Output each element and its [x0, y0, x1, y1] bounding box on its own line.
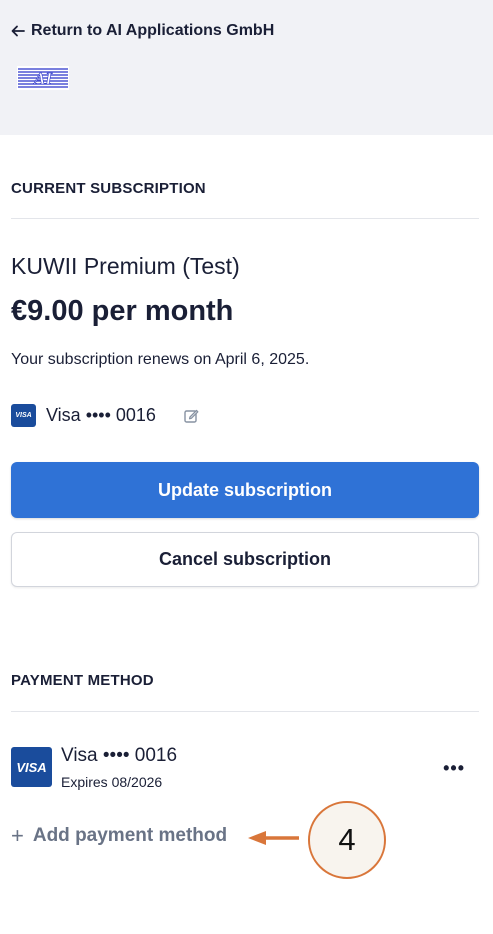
subscription-payment-card: VISA Visa •••• 0016 [11, 404, 199, 427]
header-bar: Return to AI Applications GmbH AI [0, 0, 493, 135]
visa-icon: VISA [11, 404, 36, 427]
return-link[interactable]: Return to AI Applications GmbH [11, 22, 274, 40]
company-logo[interactable]: AI [17, 64, 69, 92]
payment-method-heading: PAYMENT METHOD [11, 672, 154, 689]
add-payment-method-label: Add payment method [32, 825, 228, 846]
add-payment-method-button[interactable]: + Add payment method [11, 825, 227, 847]
visa-icon: VISA [11, 747, 52, 787]
subscription-card-label: Visa •••• 0016 [46, 405, 156, 425]
divider [11, 711, 479, 712]
plan-price: €9.00 per month [11, 295, 234, 327]
annotation-arrow-icon [248, 831, 299, 845]
logo-text: AI [33, 69, 53, 88]
edit-icon[interactable] [183, 408, 199, 424]
renewal-text: Your subscription renews on April 6, 202… [11, 351, 310, 368]
step-number-badge: 4 [308, 801, 386, 879]
current-subscription-heading: CURRENT SUBSCRIPTION [11, 180, 206, 197]
return-link-label: Return to AI Applications GmbH [31, 22, 275, 39]
payment-card-label: Visa •••• 0016 [61, 745, 178, 766]
payment-method-item: VISA Visa •••• 0016 Expires 08/2026 ••• [11, 744, 479, 794]
left-arrow-icon [11, 25, 25, 37]
divider [11, 218, 479, 219]
cancel-subscription-button[interactable]: Cancel subscription [11, 532, 479, 587]
more-options-button[interactable]: ••• [443, 758, 465, 779]
plan-name: KUWII Premium (Test) [11, 253, 240, 279]
plus-icon: + [11, 823, 24, 848]
update-subscription-button[interactable]: Update subscription [11, 462, 479, 518]
payment-card-expiry: Expires 08/2026 [61, 774, 163, 790]
